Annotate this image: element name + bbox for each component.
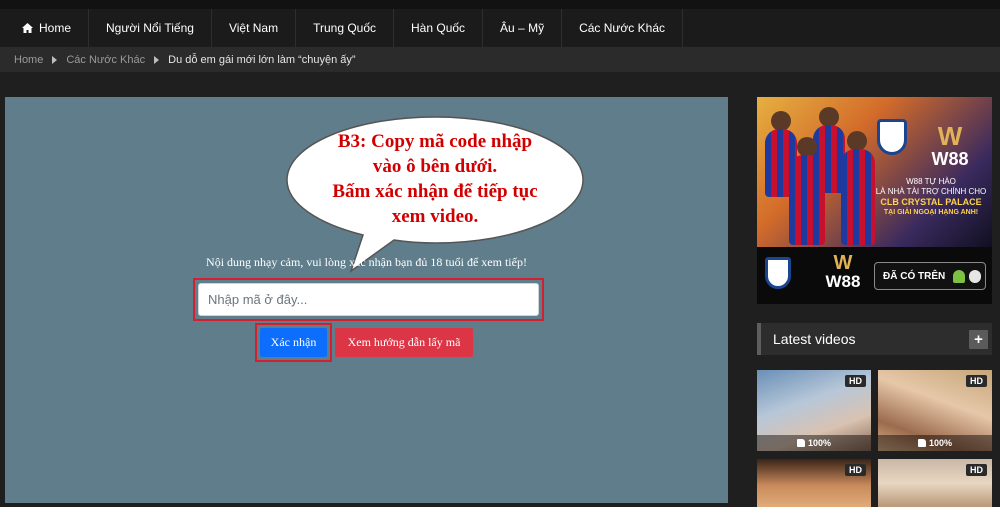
- hd-badge: HD: [845, 375, 866, 387]
- code-input-highlight: [193, 278, 544, 321]
- video-rating-value: 100%: [807, 438, 832, 448]
- w88-logo-text: W88: [931, 149, 969, 169]
- instruction-callout: B3: Copy mã code nhập vào ô bên dưới. Bấ…: [281, 113, 589, 273]
- ad-footer: W W88 ĐÃ CÓ TRÊN: [757, 247, 992, 304]
- thumbs-up-icon: [796, 439, 805, 447]
- store-label: ĐÃ CÓ TRÊN: [883, 270, 946, 282]
- w88-logo-small-text: W88: [825, 272, 861, 291]
- apple-icon: [969, 270, 981, 283]
- video-thumbnail[interactable]: HD 100%: [757, 370, 871, 451]
- nav-home[interactable]: Home: [0, 9, 90, 47]
- home-icon: [22, 23, 33, 33]
- w88-logo-small: W W88: [815, 253, 871, 291]
- breadcrumb-home[interactable]: Home: [14, 54, 43, 66]
- nav-au-my[interactable]: Âu – Mỹ: [483, 9, 563, 47]
- latest-videos-title: Latest videos: [773, 331, 856, 347]
- android-icon: [953, 270, 965, 283]
- ad-line-1: W88 TỰ HÀO: [906, 177, 956, 186]
- player-head-icon: [819, 107, 839, 127]
- video-rating-value: 100%: [928, 438, 953, 448]
- video-rating: 100%: [878, 435, 992, 451]
- player-head-icon: [847, 131, 867, 151]
- video-gate-panel: B3: Copy mã code nhập vào ô bên dưới. Bấ…: [5, 97, 728, 503]
- instruction-line-2: vào ô bên dưới.: [372, 156, 498, 177]
- guide-button[interactable]: Xem hướng dẫn lấy mã: [335, 328, 473, 357]
- code-input[interactable]: [198, 283, 539, 316]
- instruction-line-3: Bấm xác nhận để tiếp tục: [332, 181, 538, 202]
- breadcrumb-arrow-icon: [154, 55, 160, 64]
- instruction-line-4: xem video.: [391, 206, 479, 227]
- breadcrumb: Home Các Nước Khác Du dỗ em gái mới lớn …: [0, 47, 1000, 72]
- w88-ad-banner[interactable]: W W88 W88 TỰ HÀO LÀ NHÀ TÀI TRỢ CHÍNH CH…: [757, 97, 992, 304]
- player-head-icon: [771, 111, 791, 131]
- nav-cac-nuoc-khac[interactable]: Các Nước Khác: [562, 9, 683, 47]
- player-figure-icon: [841, 149, 875, 245]
- age-notice: Nội dung nhạy cảm, vui lòng xác nhận bạn…: [206, 255, 527, 269]
- player-figure-icon: [789, 155, 825, 245]
- instruction-text: B3: Copy mã code nhập vào ô bên dưới. Bấ…: [299, 129, 571, 229]
- ad-line-4: TẠI GIẢI NGOẠI HẠNG ANH!: [883, 209, 979, 216]
- breadcrumb-category[interactable]: Các Nước Khác: [66, 54, 145, 66]
- top-strip: [0, 0, 1000, 9]
- instruction-line-1: B3: Copy mã code nhập: [337, 131, 533, 152]
- ad-line-3: CLB CRYSTAL PALACE: [880, 197, 982, 207]
- breadcrumb-arrow-icon: [52, 55, 58, 64]
- nav-nguoi-noi-tieng[interactable]: Người Nổi Tiếng: [89, 9, 212, 47]
- crystal-palace-crest-icon: [877, 119, 907, 155]
- hd-badge: HD: [845, 464, 866, 476]
- app-store-button[interactable]: ĐÃ CÓ TRÊN: [874, 262, 986, 290]
- nav-home-label: Home: [39, 21, 72, 35]
- nav-trung-quoc[interactable]: Trung Quốc: [296, 9, 395, 47]
- video-rating: 100%: [757, 435, 871, 451]
- hd-badge: HD: [966, 464, 987, 476]
- confirm-button-highlight: Xác nhận: [255, 323, 332, 362]
- breadcrumb-current: Du dỗ em gái mới lớn làm “chuyện ấy”: [168, 53, 356, 66]
- w88-logo: W W88: [921, 123, 979, 173]
- crystal-palace-crest-icon: [765, 257, 791, 289]
- video-thumbnail[interactable]: HD: [757, 459, 871, 507]
- latest-videos-header: Latest videos +: [757, 323, 992, 355]
- w88-mark-icon: W: [937, 121, 963, 151]
- hd-badge: HD: [966, 375, 987, 387]
- video-thumbnail[interactable]: HD: [878, 459, 992, 507]
- main-nav: Home Người Nổi Tiếng Việt Nam Trung Quốc…: [0, 9, 1000, 47]
- plus-icon[interactable]: +: [969, 330, 988, 349]
- confirm-button[interactable]: Xác nhận: [260, 328, 327, 357]
- video-thumbnail[interactable]: HD 100%: [878, 370, 992, 451]
- w88-mark-icon: W: [833, 252, 853, 274]
- player-head-icon: [797, 137, 817, 157]
- thumbs-up-icon: [917, 439, 926, 447]
- nav-han-quoc[interactable]: Hàn Quốc: [394, 9, 484, 47]
- nav-viet-nam[interactable]: Việt Nam: [212, 9, 297, 47]
